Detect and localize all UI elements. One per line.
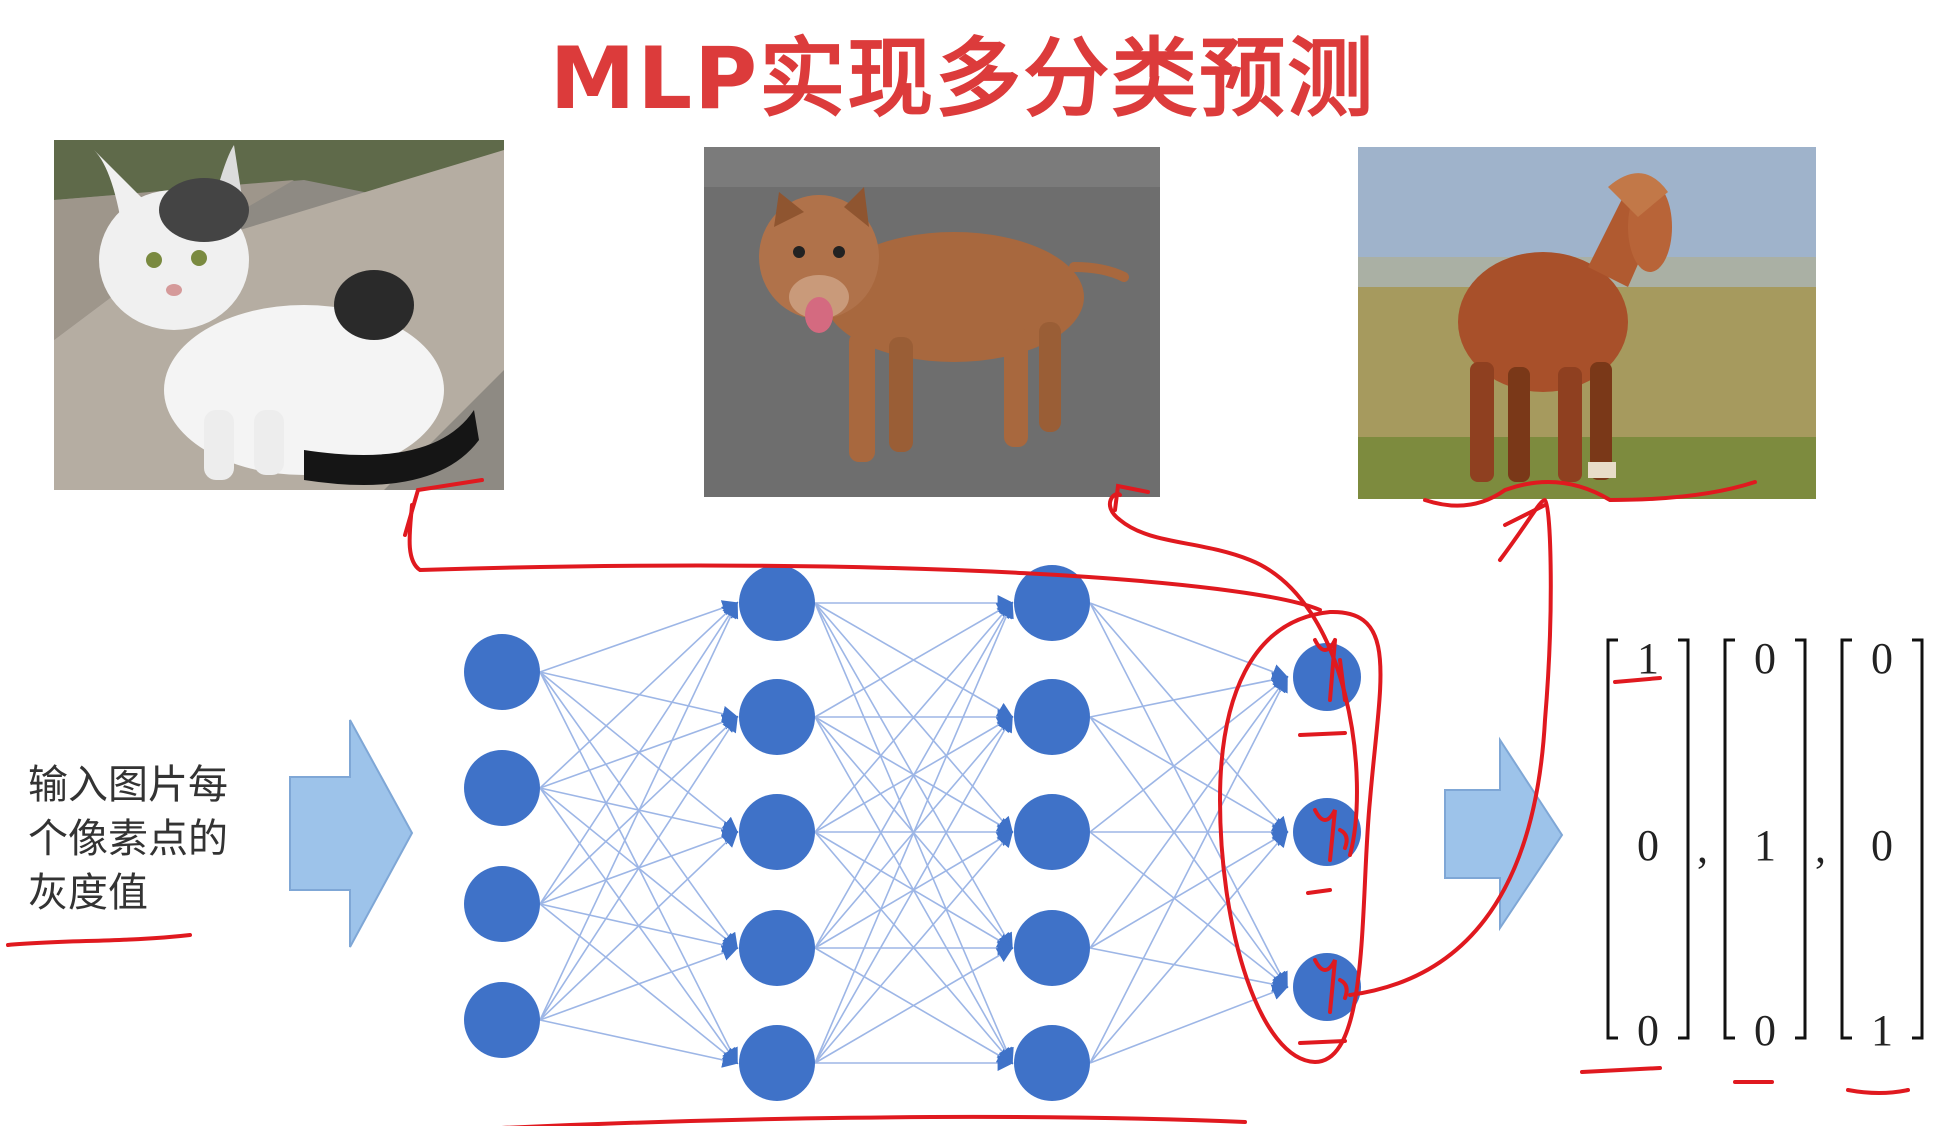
vector-entry: 0 — [1754, 634, 1776, 683]
hidden-node — [739, 794, 815, 870]
network-edges — [539, 595, 1289, 1071]
hidden-node — [1014, 794, 1090, 870]
network-edge — [1089, 676, 1289, 833]
input-node — [464, 750, 540, 826]
hidden-node — [739, 679, 815, 755]
vector-entry: 0 — [1637, 1006, 1659, 1055]
y1-underline — [1298, 731, 1347, 737]
vec1-underline — [1580, 1066, 1662, 1074]
hidden-node — [1014, 910, 1090, 986]
hidden-node — [739, 565, 815, 641]
network-edge — [539, 715, 738, 1021]
vector-entry: 0 — [1871, 821, 1893, 870]
arrow-to-cat-head — [403, 478, 484, 537]
network-edge — [539, 600, 739, 673]
input-node — [464, 866, 540, 942]
vector-separator: , — [1697, 823, 1708, 872]
vec3-underline — [1846, 1088, 1910, 1095]
hidden-node — [1014, 1025, 1090, 1101]
network-edge — [539, 601, 738, 905]
hidden-node — [1014, 679, 1090, 755]
arrow-to-horse — [1348, 497, 1553, 997]
arrow-to-cat — [407, 503, 1322, 612]
output-arrow — [1444, 736, 1564, 932]
horse-underline — [1423, 480, 1757, 508]
one-hot-vectors: 1 0 0 0 1 0 0 0 1,, — [1606, 634, 1924, 1055]
network-underline — [501, 1114, 1247, 1126]
hidden-node — [739, 1025, 815, 1101]
network-edge — [1089, 672, 1289, 718]
vector-entry: 0 — [1871, 634, 1893, 683]
vector-entry: 1 — [1754, 821, 1776, 870]
network-edge — [539, 1019, 739, 1068]
input-node — [464, 982, 540, 1058]
input-node — [464, 634, 540, 710]
network-edge — [1089, 602, 1288, 989]
vector-entry: 1 — [1637, 634, 1659, 683]
y3-underline — [1298, 1039, 1347, 1045]
arrow-to-dog-head — [1113, 483, 1150, 512]
vector-entry: 0 — [1637, 821, 1659, 870]
vector-separator: , — [1815, 823, 1826, 872]
mlp-diagram: 1 0 0 0 1 0 0 0 1,, — [6, 478, 1924, 1126]
y2-underline — [1306, 888, 1332, 895]
vector-entry: 0 — [1754, 1006, 1776, 1055]
vector-entry: 1 — [1871, 1006, 1893, 1055]
network-edge — [1089, 947, 1289, 993]
network-edge — [1089, 602, 1289, 680]
output-node — [1293, 643, 1361, 711]
caption-underline — [6, 933, 192, 947]
network-edge — [1089, 984, 1289, 1064]
hidden-node — [739, 910, 815, 986]
input-arrow — [289, 719, 414, 948]
network-edge — [1089, 831, 1289, 988]
